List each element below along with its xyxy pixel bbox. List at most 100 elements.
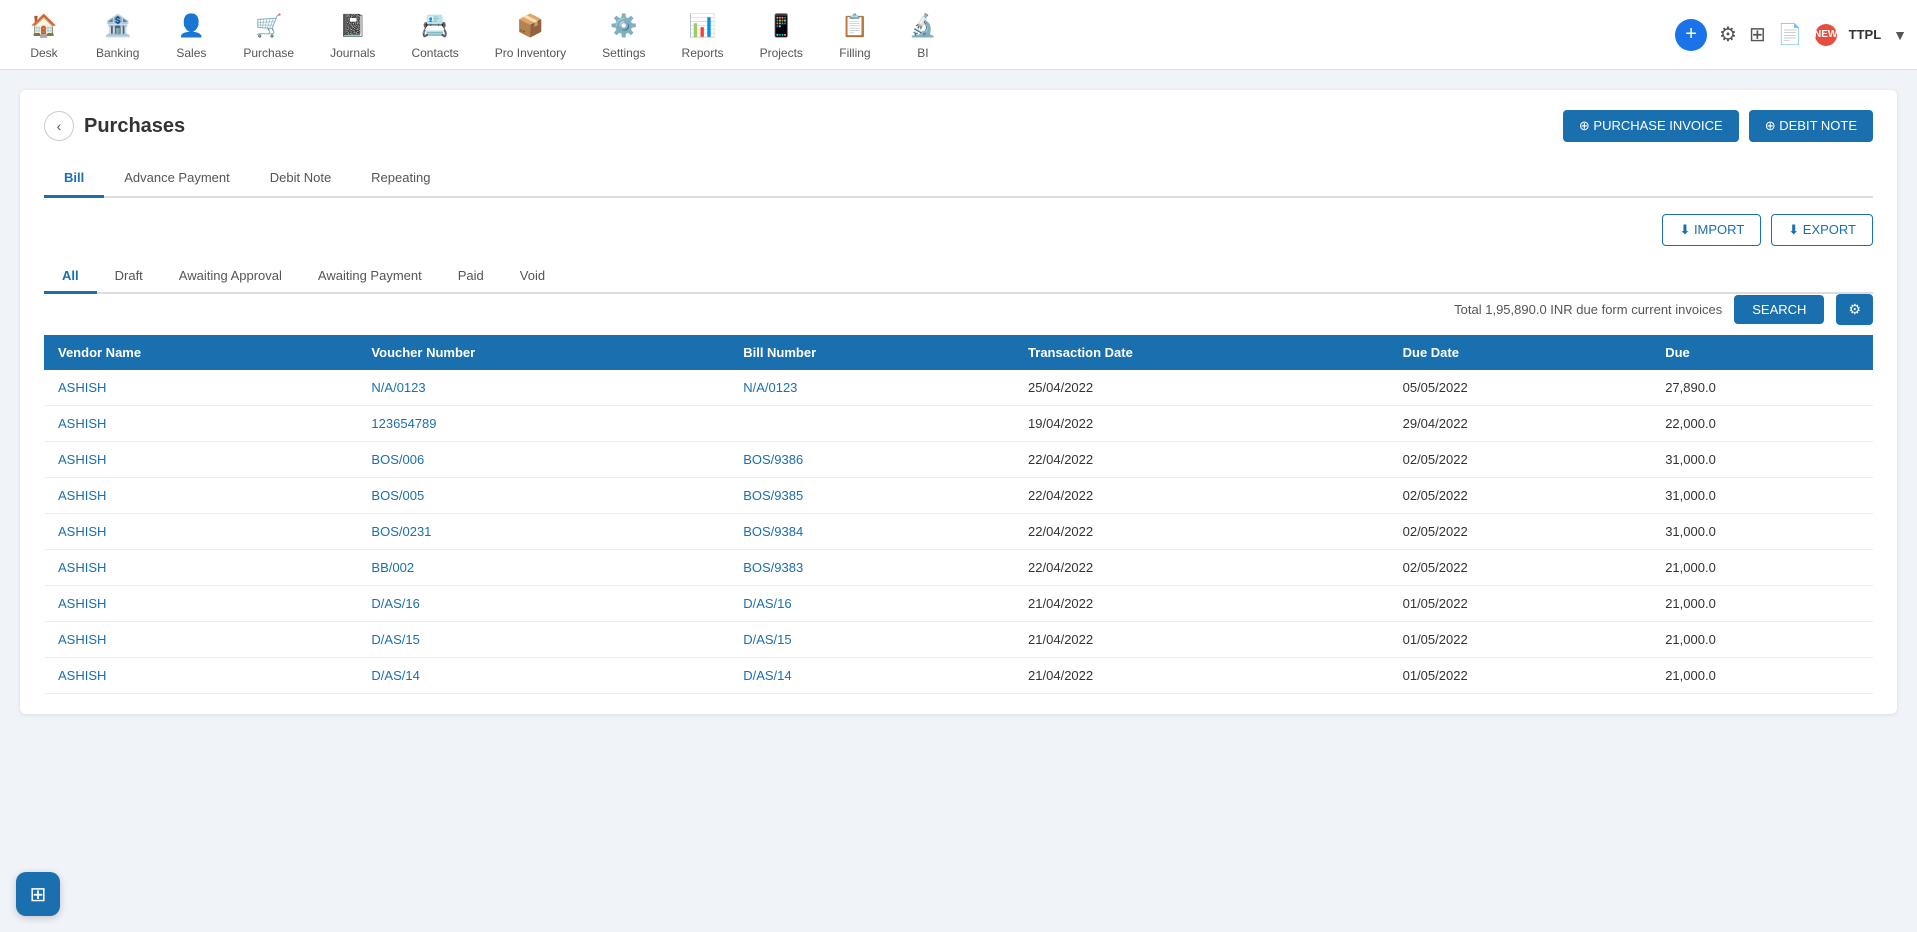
vendor-name-cell[interactable]: ASHISH [44, 442, 357, 478]
vendor-name-cell[interactable]: ASHISH [44, 622, 357, 658]
bill-number-cell[interactable]: BOS/9384 [729, 514, 1014, 550]
vendor-name-cell[interactable]: ASHISH [44, 478, 357, 514]
filter-tab-awaiting-approval[interactable]: Awaiting Approval [161, 260, 300, 294]
filter-tab-void[interactable]: Void [502, 260, 563, 294]
page-header-left: ‹ Purchases [44, 111, 185, 141]
company-dropdown-arrow[interactable]: ▼ [1893, 27, 1907, 43]
due-amount-cell: 21,000.0 [1651, 586, 1873, 622]
settings-icon-btn[interactable]: ⚙ [1719, 22, 1737, 47]
txn-date-cell: 21/04/2022 [1014, 622, 1389, 658]
bill-number-cell[interactable]: D/AS/16 [729, 586, 1014, 622]
add-button[interactable]: + [1675, 19, 1707, 51]
nav-item-reports[interactable]: 📊 Reports [664, 2, 742, 68]
voucher-number-cell[interactable]: BOS/0231 [357, 514, 729, 550]
tab-bill[interactable]: Bill [44, 160, 104, 198]
table-row: ASHISHBB/002BOS/938322/04/202202/05/2022… [44, 550, 1873, 586]
nav-label-contacts: Contacts [411, 46, 458, 60]
due-date-cell: 02/05/2022 [1389, 514, 1652, 550]
debit-note-button[interactable]: ⊕ DEBIT NOTE [1749, 110, 1873, 142]
floating-grid-icon[interactable]: ⊞ [16, 872, 60, 916]
nav-item-projects[interactable]: 📱 Projects [742, 2, 821, 68]
voucher-number-cell[interactable]: D/AS/16 [357, 586, 729, 622]
vendor-name-cell[interactable]: ASHISH [44, 514, 357, 550]
voucher-number-cell[interactable]: 123654789 [357, 406, 729, 442]
table-body: ASHISHN/A/0123N/A/012325/04/202205/05/20… [44, 370, 1873, 694]
sales-icon: 👤 [175, 10, 207, 42]
due-date-cell: 01/05/2022 [1389, 586, 1652, 622]
back-button[interactable]: ‹ [44, 111, 74, 141]
search-button[interactable]: SEARCH [1734, 295, 1824, 324]
nav-item-filling[interactable]: 📋 Filling [821, 2, 889, 68]
tab-repeating[interactable]: Repeating [351, 160, 450, 198]
filter-tab-draft[interactable]: Draft [97, 260, 161, 294]
bills-table-wrap: Vendor NameVoucher NumberBill NumberTran… [44, 335, 1873, 694]
nav-label-pro-inventory: Pro Inventory [495, 46, 566, 60]
txn-date-cell: 25/04/2022 [1014, 370, 1389, 406]
table-row: ASHISH12365478919/04/202229/04/202222,00… [44, 406, 1873, 442]
txn-date-cell: 22/04/2022 [1014, 478, 1389, 514]
voucher-number-cell[interactable]: BB/002 [357, 550, 729, 586]
vendor-name-cell[interactable]: ASHISH [44, 550, 357, 586]
due-date-cell: 02/05/2022 [1389, 550, 1652, 586]
purchase-invoice-button[interactable]: ⊕ PURCHASE INVOICE [1563, 110, 1739, 142]
page-title: Purchases [84, 115, 185, 138]
contacts-icon: 📇 [419, 10, 451, 42]
table-settings-button[interactable]: ⚙ [1836, 294, 1873, 325]
bill-number-cell[interactable]: BOS/9385 [729, 478, 1014, 514]
doc-icon-btn[interactable]: 📄 [1778, 22, 1803, 47]
grid-icon-btn[interactable]: ⊞ [1749, 22, 1766, 47]
table-header: Vendor NameVoucher NumberBill NumberTran… [44, 335, 1873, 370]
vendor-name-cell[interactable]: ASHISH [44, 370, 357, 406]
nav-item-sales[interactable]: 👤 Sales [157, 2, 225, 68]
bill-number-cell[interactable]: D/AS/14 [729, 658, 1014, 694]
bill-number-cell[interactable]: BOS/9386 [729, 442, 1014, 478]
header-buttons: ⊕ PURCHASE INVOICE ⊕ DEBIT NOTE [1563, 110, 1873, 142]
bill-number-cell[interactable]: BOS/9383 [729, 550, 1014, 586]
table-row: ASHISHD/AS/16D/AS/1621/04/202201/05/2022… [44, 586, 1873, 622]
total-info-text: Total 1,95,890.0 INR due form current in… [1454, 302, 1722, 317]
due-date-cell: 05/05/2022 [1389, 370, 1652, 406]
voucher-number-cell[interactable]: BOS/005 [357, 478, 729, 514]
filter-tab-all[interactable]: All [44, 260, 97, 294]
tab-advance-payment[interactable]: Advance Payment [104, 160, 250, 198]
bill-number-cell[interactable]: N/A/0123 [729, 370, 1014, 406]
bills-table: Vendor NameVoucher NumberBill NumberTran… [44, 335, 1873, 694]
voucher-number-cell[interactable]: D/AS/15 [357, 622, 729, 658]
nav-label-bi: BI [917, 46, 928, 60]
bill-number-cell[interactable]: D/AS/15 [729, 622, 1014, 658]
nav-label-purchase: Purchase [243, 46, 294, 60]
import-button[interactable]: ⬇ IMPORT [1662, 214, 1761, 246]
table-row: ASHISHD/AS/14D/AS/1421/04/202201/05/2022… [44, 658, 1873, 694]
nav-item-contacts[interactable]: 📇 Contacts [393, 2, 476, 68]
bill-number-cell[interactable] [729, 406, 1014, 442]
col-header-due-date: Due Date [1389, 335, 1652, 370]
nav-item-desk[interactable]: 🏠 Desk [10, 2, 78, 68]
vendor-name-cell[interactable]: ASHISH [44, 658, 357, 694]
export-button[interactable]: ⬇ EXPORT [1771, 214, 1873, 246]
vendor-name-cell[interactable]: ASHISH [44, 406, 357, 442]
col-header-vendor-name: Vendor Name [44, 335, 357, 370]
table-row: ASHISHN/A/0123N/A/012325/04/202205/05/20… [44, 370, 1873, 406]
main-tabs: BillAdvance PaymentDebit NoteRepeating [44, 160, 1873, 198]
nav-item-journals[interactable]: 📓 Journals [312, 2, 393, 68]
nav-item-settings[interactable]: ⚙️ Settings [584, 2, 663, 68]
filter-tab-paid[interactable]: Paid [440, 260, 502, 294]
nav-item-pro-inventory[interactable]: 📦 Pro Inventory [477, 2, 584, 68]
vendor-name-cell[interactable]: ASHISH [44, 586, 357, 622]
voucher-number-cell[interactable]: N/A/0123 [357, 370, 729, 406]
tab-debit-note[interactable]: Debit Note [250, 160, 351, 198]
filter-tab-awaiting-payment[interactable]: Awaiting Payment [300, 260, 440, 294]
purchase-icon: 🛒 [253, 10, 285, 42]
voucher-number-cell[interactable]: D/AS/14 [357, 658, 729, 694]
nav-item-banking[interactable]: 🏦 Banking [78, 2, 157, 68]
table-row: ASHISHBOS/005BOS/938522/04/202202/05/202… [44, 478, 1873, 514]
col-header-transaction-date: Transaction Date [1014, 335, 1389, 370]
desk-icon: 🏠 [28, 10, 60, 42]
col-header-voucher-number: Voucher Number [357, 335, 729, 370]
voucher-number-cell[interactable]: BOS/006 [357, 442, 729, 478]
nav-item-bi[interactable]: 🔬 BI [889, 2, 957, 68]
txn-date-cell: 22/04/2022 [1014, 442, 1389, 478]
table-row: ASHISHBOS/006BOS/938622/04/202202/05/202… [44, 442, 1873, 478]
nav-item-purchase[interactable]: 🛒 Purchase [225, 2, 312, 68]
due-amount-cell: 27,890.0 [1651, 370, 1873, 406]
